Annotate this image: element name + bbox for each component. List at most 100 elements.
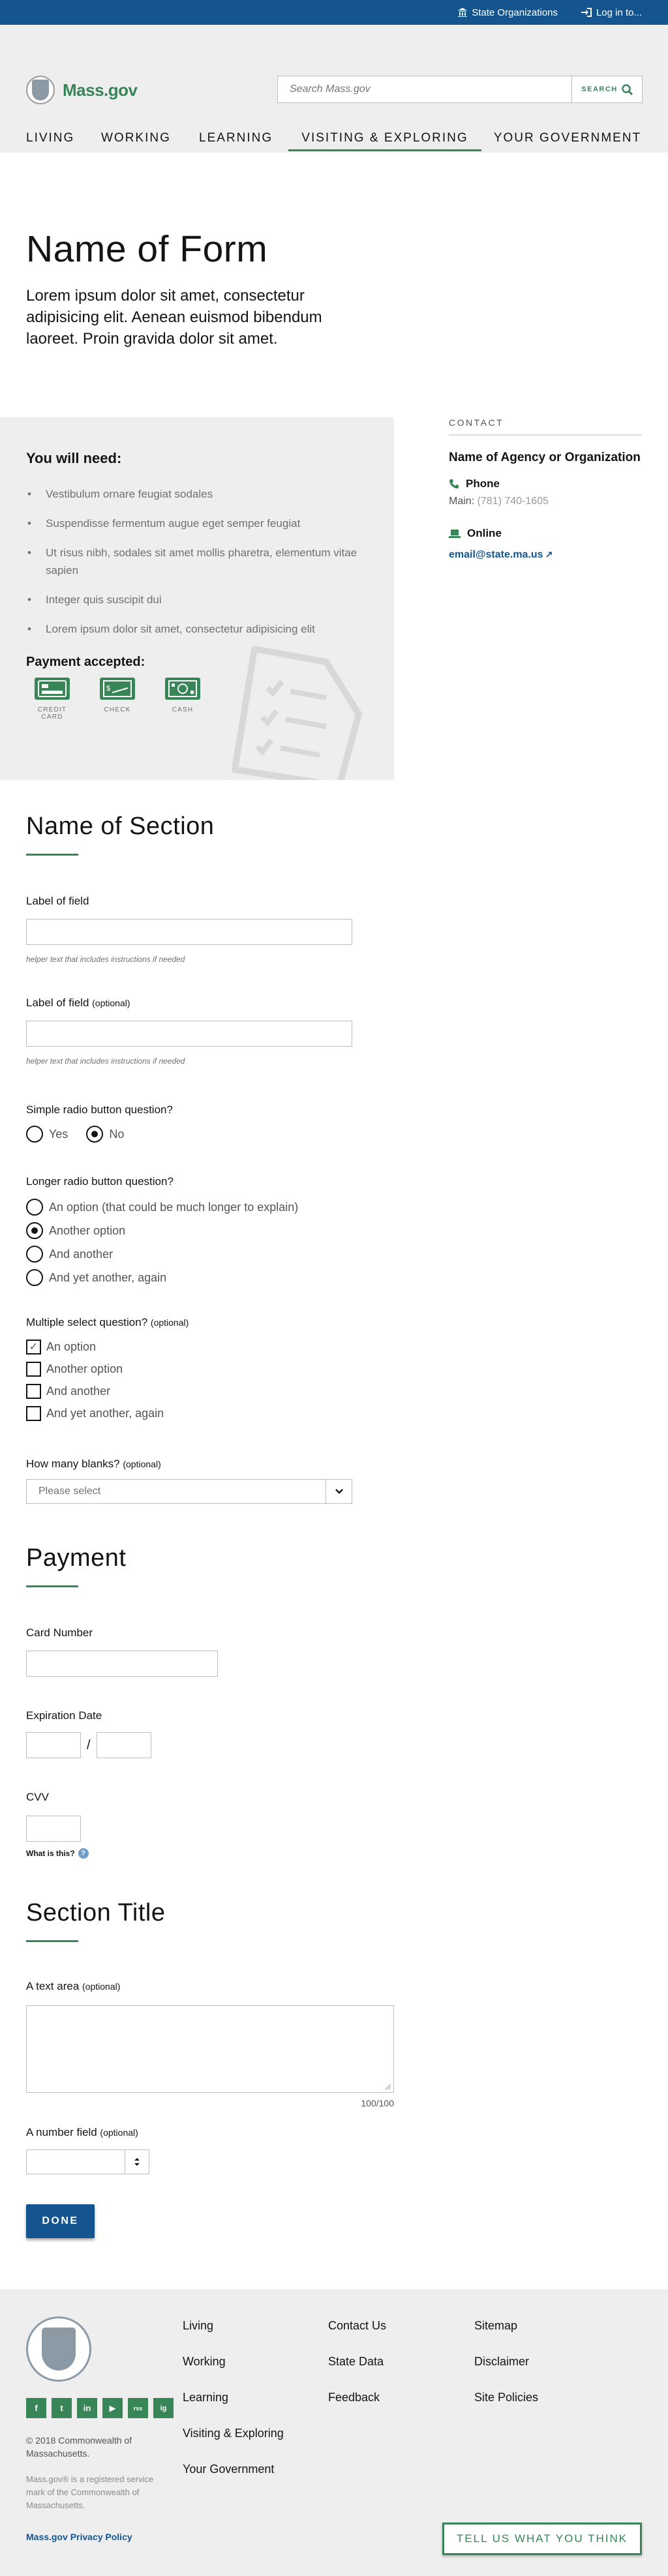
field-label: Multiple select question? (optional) [26,1316,189,1328]
form-section-3: Section Title A text area (optional) 100… [0,1859,668,2289]
state-organizations-link[interactable]: State Organizations [458,7,558,18]
rss-icon[interactable]: rss [128,2398,148,2418]
main-nav: LIVING WORKING LEARNING VISITING & EXPLO… [0,121,668,180]
footer-link-learning[interactable]: Learning [183,2391,284,2404]
number-value[interactable] [27,2150,125,2174]
checkbox-option[interactable]: Another option [26,1362,642,1377]
footer-link-living[interactable]: Living [183,2319,284,2333]
twitter-icon[interactable]: t [52,2398,72,2418]
privacy-policy-link[interactable]: Mass.gov Privacy Policy [26,2532,132,2542]
logo-text: Mass.gov [63,80,138,100]
radio-button[interactable] [26,1246,43,1263]
checkbox-option[interactable]: ✓ An option [26,1340,642,1355]
footer-link-working[interactable]: Working [183,2355,284,2369]
optional-tag: (optional) [82,1981,121,1992]
checkbox-option[interactable]: And another [26,1384,642,1399]
number-input[interactable] [26,2149,149,2174]
checkbox[interactable] [26,1406,41,1421]
contact-email-link[interactable]: email@state.ma.us [449,549,642,561]
radio-option[interactable]: And yet another, again [26,1269,642,1286]
credit-card-icon [35,678,70,700]
checkbox-checked[interactable]: ✓ [26,1340,41,1355]
expiration-month-input[interactable] [26,1732,81,1758]
radio-option-no[interactable]: No [86,1126,124,1143]
search-bar: SEARCH [277,76,643,103]
nav-visiting-exploring[interactable]: VISITING & EXPLORING [288,128,481,151]
text-area[interactable] [26,2005,394,2093]
nav-living[interactable]: LIVING [26,128,74,148]
radio-label: And yet another, again [49,1270,167,1284]
check-icon: $ [100,678,135,700]
text-field-2[interactable] [26,1021,352,1047]
utility-bar: State Organizations Log in to... [0,0,668,25]
list-item: Lorem ipsum dolor sit amet, consectetur … [26,620,368,638]
checkbox-option[interactable]: And yet another, again [26,1406,642,1421]
radio-option[interactable]: An option (that could be much longer to … [26,1199,642,1216]
radio-button-selected[interactable] [26,1222,43,1239]
checkbox[interactable] [26,1362,41,1377]
footer-link-sitemap[interactable]: Sitemap [474,2319,538,2333]
linkedin-icon[interactable]: in [77,2398,97,2418]
resize-handle-icon[interactable] [385,2084,391,2090]
radio-button[interactable] [26,1126,43,1143]
list-item: Integer quis suscipit dui [26,591,368,608]
search-button-label: SEARCH [581,85,618,93]
radio-label: Another option [49,1223,126,1237]
field-label: Expiration Date [26,1709,102,1722]
check-label: CHECK [104,706,131,713]
instagram-icon[interactable]: ig [153,2398,174,2418]
search-input[interactable] [278,76,571,102]
contact-label: CONTACT [449,417,642,436]
radio-button-selected[interactable] [86,1126,104,1143]
email-text: email@state.ma.us [449,549,543,560]
nav-learning[interactable]: LEARNING [199,128,273,148]
expiration-year-input[interactable] [96,1732,151,1758]
character-counter: 100/100 [361,2098,394,2108]
feedback-button[interactable]: TELL US WHAT YOU THINK [442,2523,642,2555]
checkbox[interactable] [26,1384,41,1399]
submit-row: DONE [26,2204,642,2238]
cvv-group: CVV What is this?? [26,1791,642,1859]
footer-link-site-policies[interactable]: Site Policies [474,2391,538,2404]
radio-option-yes[interactable]: Yes [26,1126,68,1143]
multi-select-group: Multiple select question? (optional) ✓ An… [26,1316,642,1421]
chevron-down-icon [326,1480,352,1503]
textarea-group: A text area (optional) 100/100 [26,1980,642,2108]
page-title: Name of Form [26,228,268,270]
site-footer: Living Working Learning Visiting & Explo… [0,2289,668,2576]
youtube-icon[interactable]: ▶ [102,2398,123,2418]
cash-label: CASH [172,706,194,713]
credit-card-label: CREDIT CARD [37,706,67,721]
nav-your-government[interactable]: YOUR GOVERNMENT [493,128,643,148]
spinner-icon[interactable] [125,2150,149,2174]
radio-label: Yes [49,1127,68,1141]
radio-option[interactable]: Another option [26,1222,642,1239]
card-number-input[interactable] [26,1651,218,1677]
done-button[interactable]: DONE [26,2204,95,2238]
mass-gov-logo[interactable]: Mass.gov [26,76,138,104]
what-is-this-link[interactable]: What is this?? [26,1848,642,1859]
blanks-select-group: How many blanks? (optional) Please selec… [26,1458,642,1504]
footer-link-feedback[interactable]: Feedback [328,2391,386,2404]
footer-link-contact[interactable]: Contact Us [328,2319,386,2333]
blanks-select[interactable]: Please select [26,1479,352,1504]
login-link[interactable]: Log in to... [581,7,642,18]
page-title-section: Name of Form Lorem ipsum dolor sit amet,… [0,153,668,417]
facebook-icon[interactable]: f [26,2398,46,2418]
text-field-1[interactable] [26,919,352,945]
footer-link-visiting[interactable]: Visiting & Exploring [183,2427,284,2440]
footer-link-disclaimer[interactable]: Disclaimer [474,2355,538,2369]
cash-icon [165,678,200,700]
radio-button[interactable] [26,1199,43,1216]
list-item: Vestibulum ornare feugiat sodales [26,485,368,503]
phone-number[interactable]: (781) 740-1605 [478,496,549,507]
footer-link-state-data[interactable]: State Data [328,2355,386,2369]
footer-link-government[interactable]: Your Government [183,2463,284,2476]
search-button[interactable]: SEARCH [571,76,642,102]
cvv-input[interactable] [26,1816,81,1842]
radio-option[interactable]: And another [26,1246,642,1263]
state-seal-icon [26,76,55,104]
radio-button[interactable] [26,1269,43,1286]
nav-working[interactable]: WORKING [101,128,171,148]
number-group: A number field (optional) [26,2126,642,2174]
